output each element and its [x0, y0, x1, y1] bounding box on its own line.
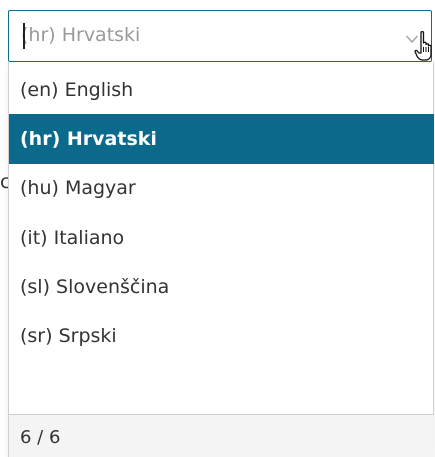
hand-pointer-icon — [414, 30, 432, 61]
results-count: 6 / 6 — [9, 414, 434, 457]
text-cursor — [23, 23, 25, 49]
option-hr[interactable]: (hr) Hrvatski — [9, 114, 434, 164]
language-select-input[interactable]: (hr) Hrvatski — [8, 10, 432, 62]
option-en[interactable]: (en) English — [9, 65, 434, 115]
option-sl[interactable]: (sl) Slovenščina — [9, 262, 434, 312]
option-hu[interactable]: (hu) Magyar — [9, 163, 434, 213]
option-it[interactable]: (it) Italiano — [9, 213, 434, 263]
option-sr[interactable]: (sr) Srpski — [9, 311, 434, 361]
language-dropdown: (en) English (hr) Hrvatski (hu) Magyar (… — [8, 62, 434, 457]
language-select-screen: c (hr) Hrvatski (en) English (hr) Hrvats… — [0, 0, 435, 457]
select-current-value: (hr) Hrvatski — [21, 24, 141, 46]
